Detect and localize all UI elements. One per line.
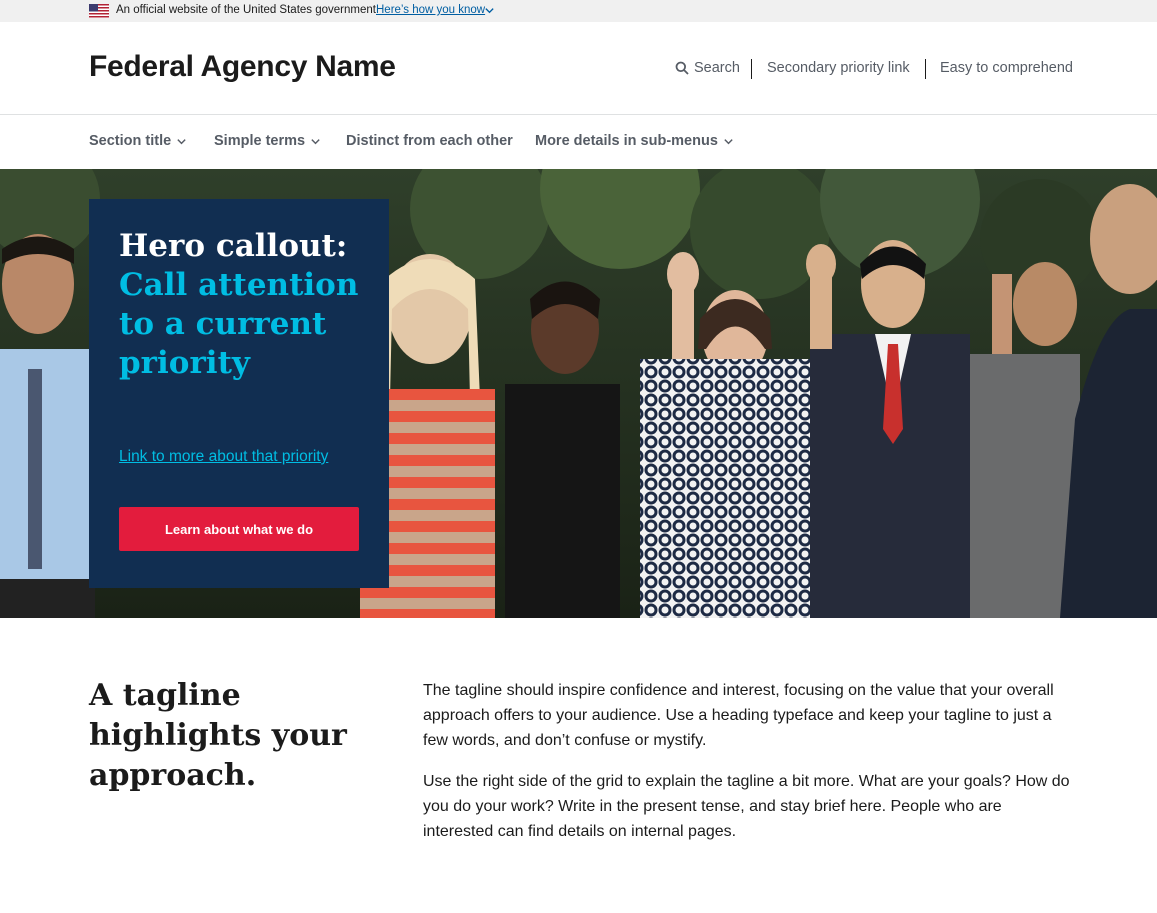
how-you-know-link[interactable]: Here’s how you know xyxy=(376,4,485,16)
tagline-paragraph: Use the right side of the grid to explai… xyxy=(423,773,1070,840)
nav-item-section-title[interactable]: Section title xyxy=(89,133,187,149)
chevron-down-icon xyxy=(311,138,320,144)
nav-item-label: Simple terms xyxy=(214,133,306,149)
hero-section: Hero callout: Call attention to a curren… xyxy=(0,169,1157,618)
nav-item-distinct[interactable]: Distinct from each other xyxy=(346,133,513,149)
search-label: Search xyxy=(694,60,740,76)
nav-item-more-details[interactable]: More details in sub-menus xyxy=(535,133,734,149)
search-link[interactable]: Search xyxy=(675,60,740,76)
hero-heading: Hero callout: Call attention to a curren… xyxy=(119,227,379,383)
hero-heading-blue-line: to a current xyxy=(119,306,327,342)
nav-item-simple-terms[interactable]: Simple terms xyxy=(214,133,321,149)
nav-item-label: More details in sub-menus xyxy=(535,133,718,149)
hero-heading-blue-line: Call attention xyxy=(119,267,359,303)
gov-banner: An official website of the United States… xyxy=(0,0,1157,22)
tagline-heading: A tagline highlights your approach. xyxy=(89,678,347,793)
chevron-down-icon[interactable] xyxy=(484,5,495,16)
divider xyxy=(925,59,926,79)
learn-about-button[interactable]: Learn about what we do xyxy=(119,507,359,551)
nav-item-label: Distinct from each other xyxy=(346,133,513,149)
primary-nav: Section title Simple terms Distinct from… xyxy=(0,115,1157,169)
tagline-paragraph: The tagline should inspire confidence an… xyxy=(423,682,1054,749)
agency-name-logo[interactable]: Federal Agency Name xyxy=(89,50,396,84)
chevron-down-icon xyxy=(724,138,733,144)
hero-heading-blue-line: priority xyxy=(119,345,250,381)
hero-heading-white: Hero callout: xyxy=(119,228,348,264)
priority-link[interactable]: Link to more about that priority xyxy=(119,448,328,466)
hero-callout: Hero callout: Call attention to a curren… xyxy=(89,199,389,588)
chevron-down-icon xyxy=(177,138,186,144)
easy-to-comprehend-link[interactable]: Easy to comprehend xyxy=(940,60,1073,76)
us-flag-icon xyxy=(89,4,109,18)
secondary-priority-link[interactable]: Secondary priority link xyxy=(767,60,910,76)
search-icon xyxy=(675,61,689,75)
site-header: Federal Agency Name Search Secondary pri… xyxy=(0,22,1157,115)
gov-banner-text: An official website of the United States… xyxy=(116,4,376,16)
divider xyxy=(751,59,752,79)
nav-item-label: Section title xyxy=(89,133,172,149)
